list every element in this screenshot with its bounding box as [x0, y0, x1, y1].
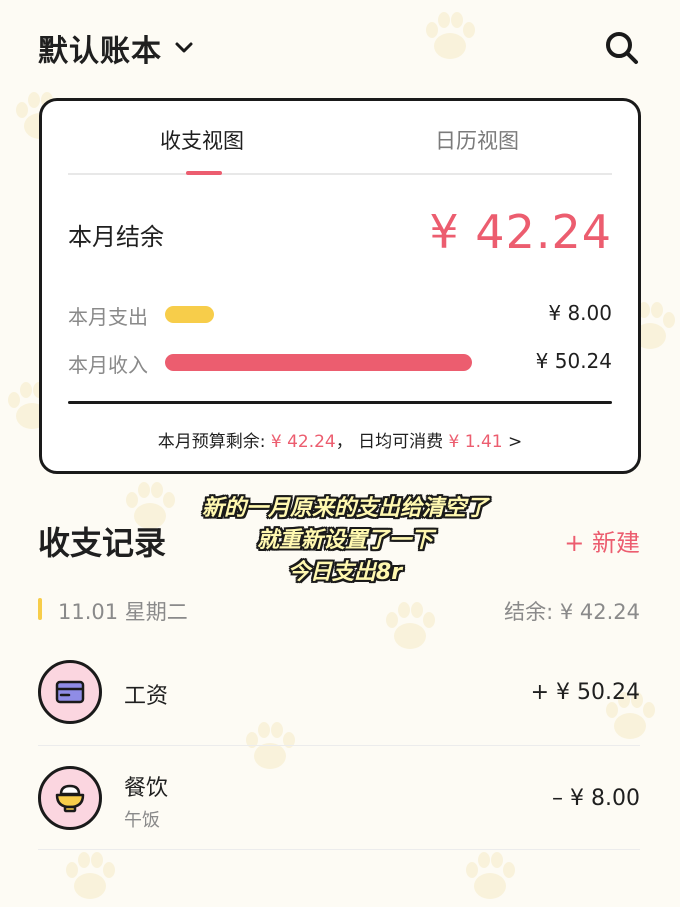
tab-calendar-view[interactable]: 日历视图	[435, 125, 519, 155]
active-tab-indicator	[186, 171, 222, 175]
rice-bowl-icon	[55, 784, 85, 813]
ledger-title: 默认账本	[38, 34, 162, 69]
record-category-icon	[38, 660, 102, 724]
tab-income-expense-view[interactable]: 收支视图	[160, 125, 244, 155]
monthly-expense-row: 本月支出 ¥ 8.00	[68, 299, 612, 329]
monthly-balance-value: ¥ 42.24	[429, 205, 612, 259]
monthly-balance-label: 本月结余	[68, 223, 164, 251]
record-name: 餐饮	[124, 776, 169, 801]
record-note: 午饭	[124, 810, 160, 831]
search-icon[interactable]	[604, 30, 640, 66]
budget-remaining-value: ¥ 42.24	[270, 432, 336, 452]
monthly-summary-card: 收支视图 日历视图 本月结余 ¥ 42.24 本月支出 ¥ 8.00 本月收入 …	[39, 98, 641, 474]
chevron-down-icon	[175, 42, 193, 53]
caption-line-1: 新的一月原来的支出给清空了	[201, 496, 488, 521]
day-group-header: 11.01 星期二 结余: ¥ 42.24	[38, 594, 640, 624]
daily-spend-value: ¥ 1.41	[448, 432, 503, 452]
view-tabs: 收支视图 日历视图	[68, 101, 612, 175]
monthly-income-row: 本月收入 ¥ 50.24	[68, 347, 612, 377]
day-date: 11.01 星期二	[58, 600, 188, 624]
monthly-expense-label: 本月支出	[68, 305, 148, 329]
monthly-income-bar	[165, 354, 472, 371]
ledger-selector[interactable]: 默认账本	[38, 26, 194, 70]
budget-remaining-label: 本月预算剩余:	[157, 432, 266, 452]
budget-separator: ，	[335, 432, 353, 452]
record-category-icon	[38, 766, 102, 830]
budget-summary-link[interactable]: 本月预算剩余: ¥ 42.24， 日均可消费 ¥ 1.41 >	[42, 427, 638, 452]
paw-icon	[466, 852, 515, 899]
record-row[interactable]: 工资 + ¥ 50.24	[38, 642, 640, 746]
monthly-expense-bar	[165, 306, 214, 323]
paw-icon	[66, 852, 115, 899]
app-header: 默认账本	[38, 26, 640, 70]
monthly-income-value: ¥ 50.24	[535, 349, 612, 373]
caption-line-3: 今日支出8r	[287, 560, 403, 585]
record-row[interactable]: 餐饮 午饭 – ¥ 8.00	[38, 746, 640, 850]
monthly-expense-value: ¥ 8.00	[548, 301, 612, 325]
caption-line-2: 就重新设置了一下	[256, 528, 433, 553]
record-name: 工资	[124, 684, 169, 709]
wallet-icon	[55, 680, 85, 704]
day-marker	[38, 598, 42, 620]
card-divider	[68, 401, 612, 404]
record-amount: + ¥ 50.24	[530, 680, 640, 705]
record-amount: – ¥ 8.00	[552, 786, 640, 811]
day-balance: 结余: ¥ 42.24	[504, 600, 640, 624]
monthly-income-label: 本月收入	[68, 353, 148, 377]
chevron-right-icon: >	[508, 432, 523, 452]
daily-spend-label: 日均可消费	[358, 432, 444, 452]
